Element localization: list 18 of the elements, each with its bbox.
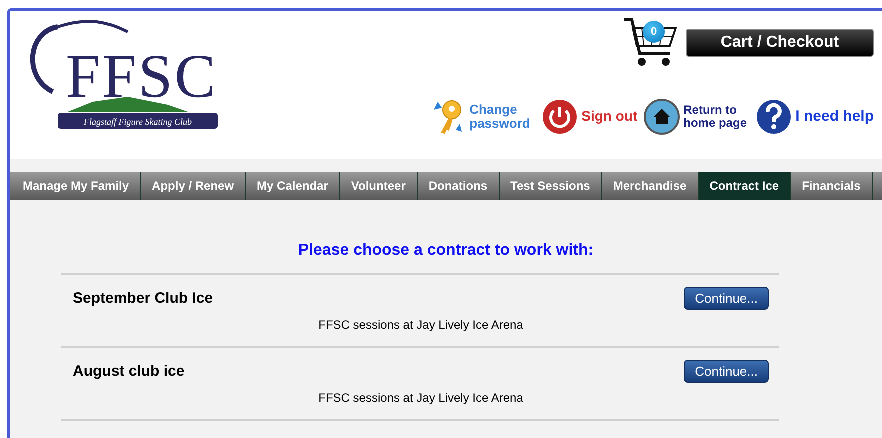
nav-tab[interactable]: Contract Ice: [698, 172, 792, 200]
cart-checkout-button[interactable]: Cart / Checkout: [686, 29, 874, 57]
continue-button[interactable]: Continue...: [684, 360, 769, 383]
home-icon: [644, 98, 680, 136]
page-heading: Please choose a contract to work with:: [298, 242, 594, 260]
contract-name: August club ice: [73, 363, 185, 380]
continue-button[interactable]: Continue...: [684, 287, 769, 310]
contract-name: September Club Ice: [73, 290, 214, 307]
club-logo: FFSC Flagstaff Figure Skating Club: [18, 17, 228, 137]
home-link[interactable]: Return to home page: [644, 98, 750, 136]
power-icon: [542, 98, 578, 136]
contract-description: FFSC sessions at Jay Lively Ice Arena: [318, 391, 524, 405]
password-link[interactable]: Change password: [430, 98, 536, 136]
help-icon: [756, 98, 792, 136]
signout-link[interactable]: Sign out: [542, 98, 638, 136]
cart-count-badge: 0: [643, 21, 665, 43]
contract-description: FFSC sessions at Jay Lively Ice Arena: [318, 318, 524, 332]
help-link[interactable]: I need help: [756, 98, 874, 136]
